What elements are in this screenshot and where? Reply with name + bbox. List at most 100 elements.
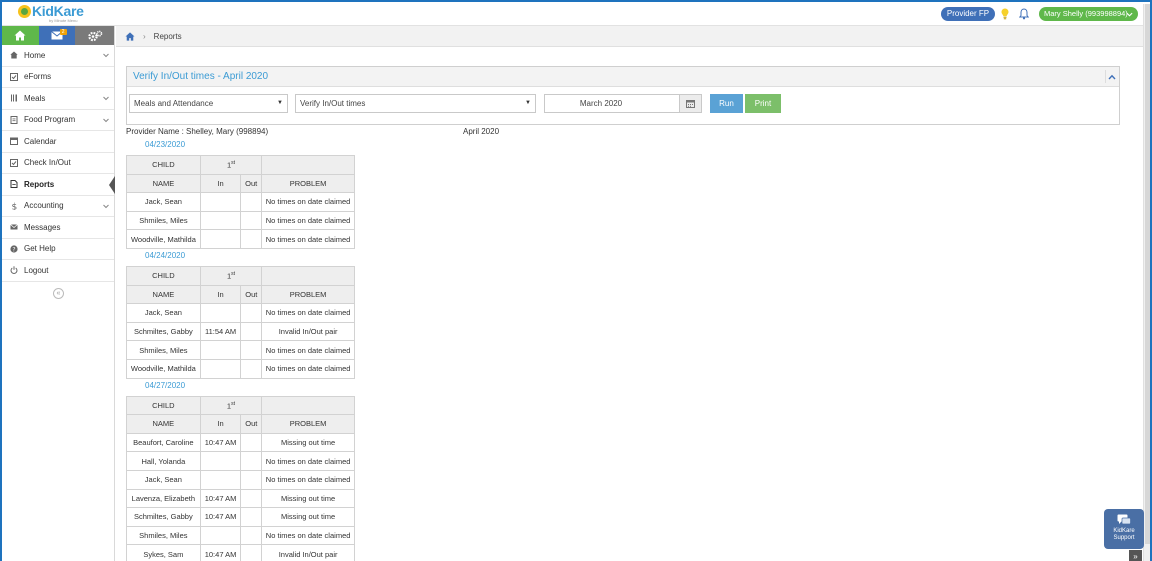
chevron-down-icon[interactable] (102, 51, 110, 59)
sidebar-item-food-program[interactable]: Food Program (2, 110, 114, 131)
scrollbar-thumb[interactable] (1145, 4, 1150, 544)
report-panel: Verify In/Out times - April 2020 Meals a… (126, 66, 1120, 125)
problem-cell: Missing out time (261, 488, 355, 509)
out-time-cell (240, 192, 263, 212)
lightbulb-icon[interactable] (1001, 8, 1009, 20)
report-type-value: Verify In/Out times (300, 99, 366, 108)
out-time-cell (240, 507, 263, 527)
sidebar-item-home[interactable]: Home (2, 45, 114, 67)
sidebar: 2 Home eForms Meals Food Program Calendar Che… (2, 26, 115, 561)
out-time-cell (240, 358, 263, 379)
collapse-sidebar-button[interactable]: « (53, 288, 64, 299)
sidebar-tabs: 2 (2, 26, 114, 45)
table-row: Shmiles, Miles No times on date claimed (126, 210, 355, 231)
in-column-header: In (199, 173, 242, 194)
problem-cell: No times on date claimed (261, 229, 355, 249)
sidebar-item-eforms[interactable]: eForms (2, 67, 114, 88)
sidebar-item-meals[interactable]: Meals (2, 88, 114, 110)
problem-cell: No times on date claimed (261, 303, 355, 323)
sidebar-item-label: Accounting (24, 201, 64, 211)
print-button[interactable]: Print (745, 94, 781, 113)
day-suffix: st (231, 271, 235, 278)
checkin-icon (10, 158, 18, 167)
day-suffix: st (231, 160, 235, 167)
in-column-header: In (199, 414, 242, 434)
user-menu-button[interactable]: Mary Shelly (993998894) (1039, 7, 1138, 21)
month-input[interactable]: March 2020 (544, 94, 680, 113)
blank-column-header (261, 155, 355, 175)
name-column-header: NAME (126, 414, 201, 434)
sidebar-item-label: Check In/Out (24, 158, 71, 168)
out-time-cell (240, 432, 263, 453)
sidebar-item-check-in-out[interactable]: Check In/Out (2, 153, 114, 174)
out-time-cell (240, 544, 263, 561)
tab-settings[interactable] (75, 26, 114, 45)
provider-name-label: Provider Name : Shelley, Mary (998894) (126, 127, 269, 136)
panel-collapse-button[interactable] (1105, 70, 1118, 83)
blank-column-header (261, 266, 355, 286)
report-category-select[interactable]: Meals and Attendance ▼ (129, 94, 288, 113)
in-time-cell (199, 358, 242, 379)
kidkare-support-button[interactable]: KidKare Support (1104, 509, 1144, 549)
child-name-cell: Beaufort, Caroline (126, 432, 201, 453)
sidebar-item-accounting[interactable]: $ Accounting (2, 196, 114, 217)
report-date-link[interactable]: 04/24/2020 (145, 251, 185, 260)
name-column-header: NAME (126, 173, 201, 194)
sidebar-item-logout[interactable]: Logout (2, 260, 114, 282)
tab-messages[interactable]: 2 (38, 26, 76, 45)
out-time-cell (240, 525, 263, 546)
in-time-cell: 11:54 AM (199, 321, 242, 342)
problem-cell: Invalid In/Out pair (261, 544, 355, 561)
out-time-cell (240, 321, 263, 342)
sidebar-item-label: Messages (24, 222, 61, 232)
in-time-cell: 10:47 AM (199, 544, 242, 561)
table-subheader-row: NAME In Out PROBLEM (126, 173, 355, 194)
sidebar-item-calendar[interactable]: Calendar (2, 131, 114, 153)
tab-home[interactable] (2, 26, 39, 45)
report-table: CHILD 1st NAME In Out PROBLEM Jack, Sean No tim… (126, 155, 355, 249)
scroll-to-top-button[interactable]: » (1129, 550, 1142, 561)
calendar-button[interactable] (680, 94, 702, 113)
kidkare-logo[interactable]: KidKare by Minute Menu (18, 3, 84, 25)
in-time-cell (199, 525, 242, 546)
out-time-cell (240, 340, 263, 360)
table-row: Schmiltes, Gabby 10:47 AM Missing out time (126, 507, 355, 527)
problem-cell: No times on date claimed (261, 340, 355, 360)
chevron-down-icon[interactable] (102, 94, 110, 102)
name-column-header: NAME (126, 284, 201, 305)
table-subheader-row: NAME In Out PROBLEM (126, 414, 355, 434)
table-header-row: CHILD 1st (126, 155, 355, 175)
vertical-scrollbar[interactable] (1143, 4, 1150, 561)
problem-column-header: PROBLEM (261, 173, 355, 194)
logo-text: KidKare (32, 3, 84, 19)
sidebar-item-messages[interactable]: Messages (2, 217, 114, 239)
sidebar-nav: Home eForms Meals Food Program Calendar Check… (2, 45, 115, 282)
problem-cell: No times on date claimed (261, 451, 355, 471)
report-type-select[interactable]: Verify In/Out times ▼ (295, 94, 536, 113)
problem-column-header: PROBLEM (261, 284, 355, 305)
table-row: Woodville, Mathilda No times on date clai… (126, 229, 355, 249)
sidebar-item-reports[interactable]: Reports (2, 174, 115, 196)
problem-cell: No times on date claimed (261, 192, 355, 212)
day-column-header: 1st (199, 395, 263, 416)
child-name-cell: Jack, Sean (126, 192, 201, 212)
report-date-link[interactable]: 04/23/2020 (145, 140, 185, 149)
run-button[interactable]: Run (710, 94, 743, 113)
chevron-down-icon[interactable] (102, 202, 110, 210)
report-date-link[interactable]: 04/27/2020 (145, 381, 185, 390)
day-column-header: 1st (199, 266, 263, 286)
bell-icon[interactable] (1019, 8, 1029, 20)
table-header-row: CHILD 1st (126, 266, 355, 286)
sidebar-item-get-help[interactable]: ? Get Help (2, 239, 114, 260)
child-name-cell: Hall, Yolanda (126, 451, 201, 471)
double-chevron-up-icon: » (1133, 552, 1138, 561)
in-time-cell (199, 469, 242, 490)
breadcrumb-home-icon[interactable] (125, 31, 135, 41)
in-time-cell (199, 210, 242, 231)
home-icon (14, 30, 26, 41)
provider-button[interactable]: Provider FP (941, 7, 995, 21)
child-name-cell: Shmiles, Miles (126, 340, 201, 360)
sidebar-item-label: Food Program (24, 115, 76, 125)
table-row: Shmiles, Miles No times on date claimed (126, 525, 355, 546)
chevron-down-icon[interactable] (102, 116, 110, 124)
